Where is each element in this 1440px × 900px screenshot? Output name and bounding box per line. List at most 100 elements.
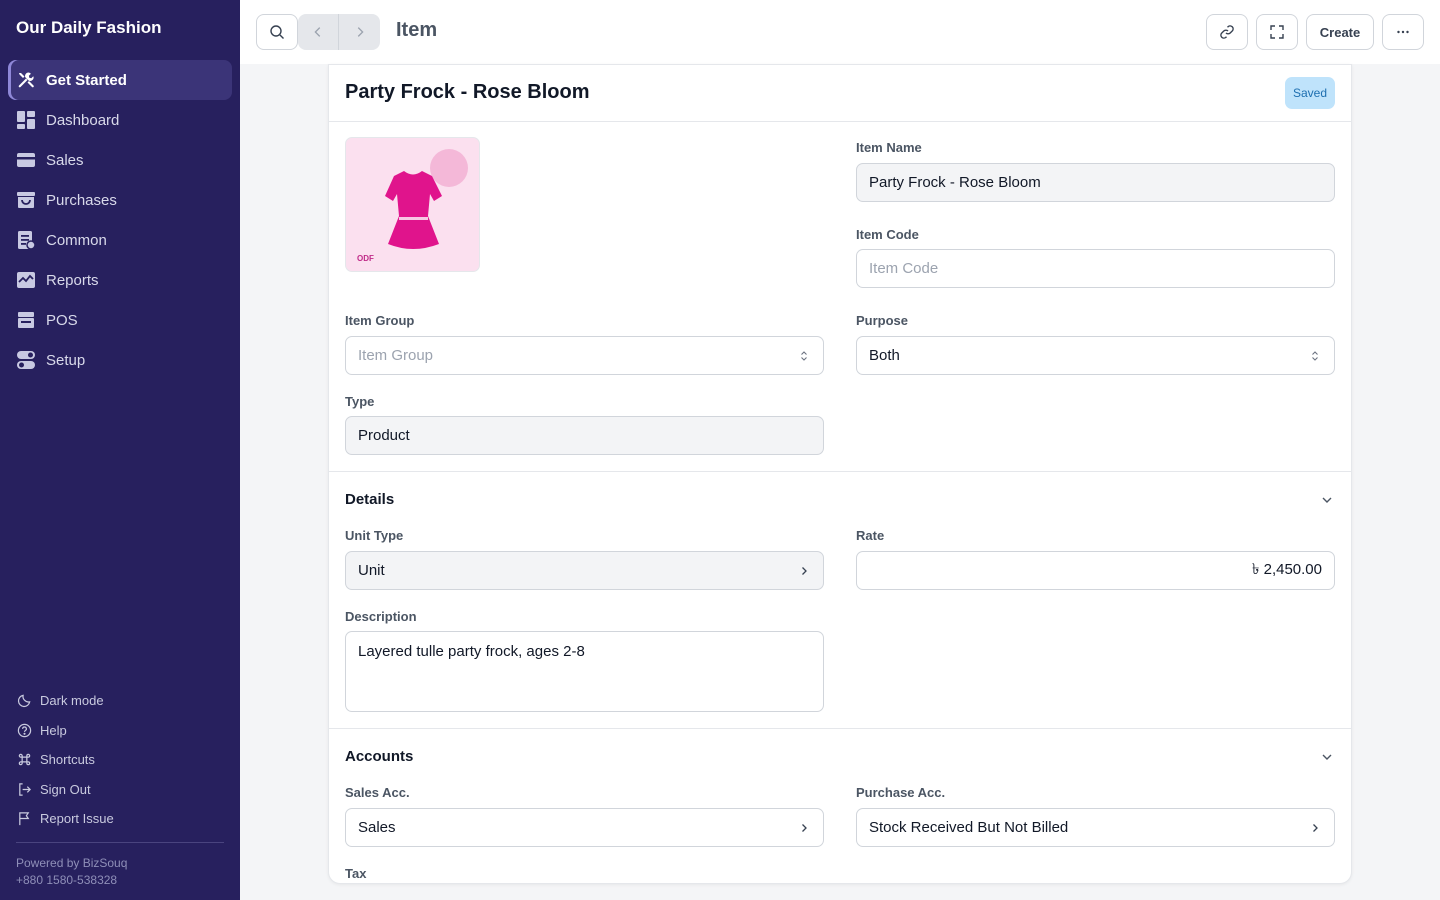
type-label: Type (345, 394, 375, 409)
sidebar-item-label: Dashboard (46, 111, 120, 129)
help-label: Help (40, 722, 67, 738)
sign-out-icon (16, 781, 32, 797)
sidebar-item-reports[interactable]: Reports (8, 260, 232, 300)
frock-image (385, 149, 468, 249)
sidebar-item-sales[interactable]: Sales (8, 140, 232, 180)
more-options-button[interactable] (1382, 14, 1424, 50)
image-brand-mark: ODF (357, 254, 374, 263)
back-button[interactable] (298, 14, 339, 50)
flag-icon (16, 811, 32, 827)
chevron-left-icon (314, 27, 321, 37)
sidebar-item-label: Reports (46, 271, 99, 289)
sidebar-item-dashboard[interactable]: Dashboard (8, 100, 232, 140)
page-title: Item (396, 19, 438, 41)
search-icon (270, 25, 284, 39)
pos-icon (16, 310, 36, 330)
sidebar-item-setup[interactable]: Setup (8, 340, 232, 380)
select-arrows-icon (797, 349, 811, 363)
sidebar-item-label: POS (46, 311, 78, 329)
select-arrows-icon (1308, 349, 1322, 363)
rate-field[interactable]: ৳ 2,450.00 (856, 551, 1335, 590)
report-issue-label: Report Issue (40, 811, 114, 827)
sidebar-item-label: Common (46, 231, 107, 249)
setup-icon (16, 350, 36, 370)
item-code-label: Item Code (856, 227, 919, 242)
type-field[interactable]: Product (345, 416, 824, 455)
details-section-title[interactable]: Details (345, 491, 394, 508)
sign-out-link[interactable]: Sign Out (16, 775, 226, 805)
purchase-acc-field[interactable]: Stock Received But Not Billed (856, 808, 1335, 847)
fullscreen-button[interactable] (1256, 14, 1298, 50)
top-bar: Item Create (240, 0, 1440, 64)
item-name-value: Party Frock - Rose Bloom (869, 174, 1041, 191)
dark-mode-link[interactable]: Dark mode (16, 686, 226, 716)
purpose-select[interactable]: Both (856, 336, 1335, 375)
purchase-acc-label: Purchase Acc. (856, 785, 946, 800)
sidebar-item-label: Purchases (46, 191, 117, 209)
description-label: Description (345, 609, 417, 624)
shortcuts-label: Shortcuts (40, 752, 95, 768)
common-icon (16, 230, 36, 250)
dark-mode-label: Dark mode (40, 693, 104, 709)
sidebar-divider (16, 842, 224, 843)
section-divider (329, 728, 1351, 729)
section-divider (329, 471, 1351, 472)
item-group-placeholder: Item Group (358, 347, 434, 364)
tools-icon (16, 70, 36, 90)
forward-button[interactable] (339, 14, 380, 50)
unit-type-value: Unit (358, 562, 385, 579)
chevron-down-icon[interactable] (1319, 749, 1335, 765)
item-group-label: Item Group (345, 313, 415, 328)
history-nav (298, 14, 380, 50)
link-icon (1220, 25, 1234, 39)
chevron-right-icon (797, 821, 811, 835)
chevron-down-icon[interactable] (1319, 492, 1335, 508)
purchase-acc-value: Stock Received But Not Billed (869, 819, 1069, 836)
type-value: Product (358, 427, 410, 444)
sales-acc-field[interactable]: Sales (345, 808, 824, 847)
item-group-select[interactable]: Item Group (345, 336, 824, 375)
item-code-field[interactable]: Item Code (856, 249, 1335, 288)
chevron-right-icon (1308, 821, 1322, 835)
search-button[interactable] (256, 14, 298, 50)
powered-by-text: Powered by BizSouq (16, 856, 128, 870)
sidebar: Our Daily Fashion Get Started Dashboard … (0, 0, 240, 900)
sales-acc-label: Sales Acc. (345, 785, 410, 800)
description-textarea[interactable]: Layered tulle party frock, ages 2-8 (345, 631, 824, 712)
create-button[interactable]: Create (1306, 14, 1374, 50)
sidebar-item-pos[interactable]: POS (8, 300, 232, 340)
dashboard-icon (16, 110, 36, 130)
purpose-label: Purpose (856, 313, 909, 328)
help-icon (16, 722, 32, 738)
sidebar-item-label: Setup (46, 351, 86, 369)
sidebar-item-purchases[interactable]: Purchases (8, 180, 232, 220)
command-icon (16, 752, 32, 768)
sidebar-item-common[interactable]: Common (8, 220, 232, 260)
copy-link-button[interactable] (1206, 14, 1248, 50)
status-badge: Saved (1284, 77, 1335, 109)
sign-out-label: Sign Out (40, 781, 91, 797)
purchases-icon (16, 190, 36, 210)
sales-acc-value: Sales (358, 819, 396, 836)
item-image[interactable]: ODF (345, 137, 480, 272)
chevron-right-icon (357, 27, 364, 37)
unit-type-label: Unit Type (345, 528, 404, 543)
sidebar-item-get-started[interactable]: Get Started (8, 60, 232, 100)
shortcuts-link[interactable]: Shortcuts (16, 745, 226, 775)
tax-label: Tax (345, 866, 367, 881)
brand-name: Our Daily Fashion (16, 18, 162, 37)
unit-type-field[interactable]: Unit (345, 551, 824, 590)
item-name-field[interactable]: Party Frock - Rose Bloom (856, 163, 1335, 202)
item-name-label: Item Name (856, 140, 922, 155)
accounts-section-title[interactable]: Accounts (345, 748, 413, 765)
sidebar-item-label: Sales (46, 151, 84, 169)
sidebar-nav: Get Started Dashboard Sales Purchases Co… (8, 60, 232, 380)
help-link[interactable]: Help (16, 716, 226, 746)
more-horizontal-icon (1397, 30, 1409, 34)
report-issue-link[interactable]: Report Issue (16, 804, 226, 834)
sidebar-footer-links: Dark mode Help Shortcuts Sign Out Report… (16, 686, 226, 834)
rate-label: Rate (856, 528, 885, 543)
form-header: Party Frock - Rose Bloom Saved (329, 65, 1351, 122)
item-form: Party Frock - Rose Bloom Saved ODF Item … (328, 64, 1352, 884)
item-code-placeholder: Item Code (869, 260, 939, 277)
